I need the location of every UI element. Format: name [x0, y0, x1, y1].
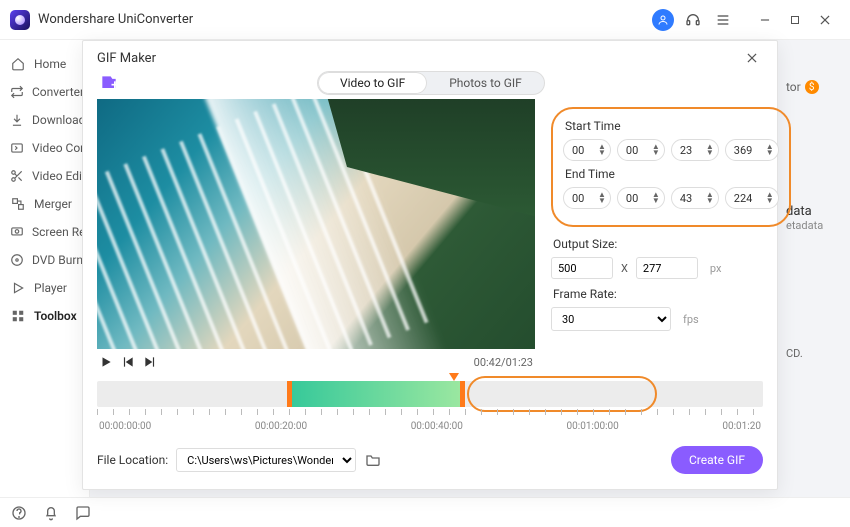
sidebar-label: Converter — [32, 85, 84, 99]
create-gif-button[interactable]: Create GIF — [671, 446, 763, 474]
sidebar-item-merger[interactable]: Merger — [0, 190, 89, 218]
time-range-highlight: Start Time ▲▼ ▲▼ ▲▼ ▲▼ End Time ▲▼ ▲▼ ▲▼… — [551, 107, 791, 227]
feedback-icon[interactable] — [74, 504, 92, 522]
timeline-ticks — [97, 409, 763, 415]
title-bar: Wondershare UniConverter — [0, 0, 850, 40]
compress-icon — [10, 140, 24, 156]
sidebar-item-toolbox[interactable]: Toolbox — [0, 302, 89, 330]
sidebar-label: Screen Recorder — [32, 225, 89, 239]
sidebar-item-video-editor[interactable]: Video Editor — [0, 162, 89, 190]
record-icon — [10, 224, 24, 240]
spinner-icon[interactable]: ▲▼ — [652, 144, 660, 156]
spinner-icon[interactable]: ▲▼ — [706, 144, 714, 156]
sidebar-label: Merger — [34, 197, 72, 211]
converter-icon — [10, 84, 24, 100]
sidebar-label: Player — [34, 281, 67, 295]
x-label: X — [621, 262, 628, 275]
sidebar-item-player[interactable]: Player — [0, 274, 89, 302]
toolbox-icon — [10, 308, 26, 324]
start-hours-stepper[interactable]: ▲▼ — [563, 139, 611, 161]
playback-time: 00:42/01:23 — [474, 356, 533, 369]
bottom-bar — [0, 497, 850, 527]
start-seconds-stepper[interactable]: ▲▼ — [671, 139, 719, 161]
frame-rate-label: Frame Rate: — [553, 287, 791, 301]
file-location-select[interactable]: C:\Users\ws\Pictures\Wonders — [176, 448, 356, 472]
next-frame-icon[interactable] — [143, 355, 157, 369]
end-time-label: End Time — [565, 167, 779, 181]
close-window-icon[interactable] — [814, 9, 836, 31]
sidebar-item-home[interactable]: Home — [0, 50, 89, 78]
output-size-label: Output Size: — [553, 237, 791, 251]
start-time-label: Start Time — [565, 119, 779, 133]
minimize-icon[interactable] — [754, 9, 776, 31]
output-height-input[interactable] — [636, 257, 698, 279]
maximize-icon[interactable] — [784, 9, 806, 31]
hamburger-menu-icon[interactable] — [712, 9, 734, 31]
spinner-icon[interactable]: ▲▼ — [706, 192, 714, 204]
output-width-input[interactable] — [551, 257, 613, 279]
close-icon[interactable] — [741, 49, 763, 67]
sidebar-label: DVD Burner — [32, 253, 89, 267]
add-file-icon[interactable] — [97, 72, 121, 94]
open-folder-icon[interactable] — [364, 451, 382, 469]
playback-controls: 00:42/01:23 — [97, 349, 535, 375]
download-icon — [10, 112, 24, 128]
bell-icon[interactable] — [42, 504, 60, 522]
app-logo — [10, 10, 30, 30]
sidebar-label: Video Editor — [32, 169, 89, 183]
sidebar-label: Downloader — [32, 113, 89, 127]
sidebar: Home Converter Downloader Video Compress… — [0, 40, 90, 497]
sidebar-item-downloader[interactable]: Downloader — [0, 106, 89, 134]
mode-tabs: Video to GIF Photos to GIF — [317, 71, 545, 95]
tab-video-to-gif[interactable]: Video to GIF — [318, 72, 427, 94]
start-minutes-stepper[interactable]: ▲▼ — [617, 139, 665, 161]
headset-icon[interactable] — [682, 9, 704, 31]
timeline-selection[interactable] — [287, 381, 465, 407]
spinner-icon[interactable]: ▲▼ — [766, 144, 774, 156]
fps-unit: fps — [683, 313, 699, 326]
end-ms-stepper[interactable]: ▲▼ — [725, 187, 779, 209]
timeline: 00:00:00:00 00:00:20:00 00:00:40:00 00:0… — [97, 381, 763, 432]
spinner-icon[interactable]: ▲▼ — [652, 192, 660, 204]
sidebar-item-video-compressor[interactable]: Video Compressor — [0, 134, 89, 162]
account-avatar-icon[interactable] — [652, 9, 674, 31]
app-title: Wondershare UniConverter — [38, 12, 193, 27]
bg-text: tor — [786, 80, 801, 94]
sidebar-item-converter[interactable]: Converter — [0, 78, 89, 106]
frame-rate-select[interactable]: 30 — [551, 307, 671, 331]
spinner-icon[interactable]: ▲▼ — [766, 192, 774, 204]
timeline-track[interactable] — [97, 381, 763, 407]
px-unit: px — [710, 262, 722, 275]
file-location-label: File Location: — [97, 453, 168, 467]
modal-title: GIF Maker — [97, 51, 156, 66]
timeline-ruler: 00:00:00:00 00:00:20:00 00:00:40:00 00:0… — [97, 421, 763, 432]
disc-icon — [10, 252, 24, 268]
spinner-icon[interactable]: ▲▼ — [598, 192, 606, 204]
tab-photos-to-gif[interactable]: Photos to GIF — [427, 72, 544, 94]
merge-icon — [10, 196, 26, 212]
sidebar-label: Toolbox — [34, 309, 77, 323]
video-preview[interactable] — [97, 99, 535, 349]
prev-frame-icon[interactable] — [121, 355, 135, 369]
sidebar-item-screen-recorder[interactable]: Screen Recorder — [0, 218, 89, 246]
spinner-icon[interactable]: ▲▼ — [598, 144, 606, 156]
home-icon — [10, 56, 26, 72]
dollar-badge-icon: $ — [805, 80, 819, 94]
play-icon — [10, 280, 26, 296]
playhead-icon[interactable] — [449, 373, 459, 381]
end-minutes-stepper[interactable]: ▲▼ — [617, 187, 665, 209]
sidebar-item-dvd-burner[interactable]: DVD Burner — [0, 246, 89, 274]
play-button-icon[interactable] — [99, 355, 113, 369]
gif-maker-modal: GIF Maker Video to GIF Photos to GIF 00:… — [82, 40, 778, 490]
start-ms-stepper[interactable]: ▲▼ — [725, 139, 779, 161]
sidebar-label: Video Compressor — [32, 141, 89, 155]
scissors-icon — [10, 168, 24, 184]
help-icon[interactable] — [10, 504, 28, 522]
end-hours-stepper[interactable]: ▲▼ — [563, 187, 611, 209]
end-seconds-stepper[interactable]: ▲▼ — [671, 187, 719, 209]
sidebar-label: Home — [34, 57, 66, 71]
